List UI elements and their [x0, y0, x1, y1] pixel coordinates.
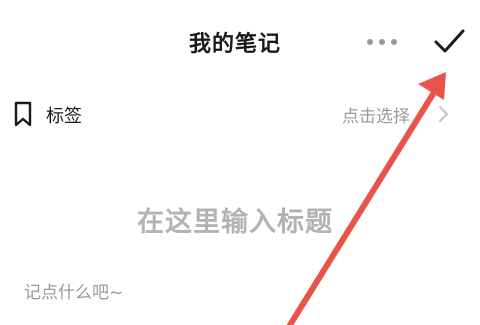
checkmark-icon — [434, 29, 465, 53]
tag-select-text[interactable]: 点击选择 — [342, 102, 410, 127]
tag-row[interactable]: 标签 点击选择 — [0, 94, 480, 134]
note-body-input[interactable]: 记点什么吧~ — [24, 278, 123, 303]
more-dots-icon — [367, 39, 373, 45]
note-title-input[interactable]: 在这里输入标题 — [0, 200, 470, 239]
chevron-right-icon — [439, 106, 448, 122]
done-button[interactable] — [430, 26, 470, 58]
bookmark-icon — [14, 101, 32, 127]
more-options-button[interactable] — [360, 30, 404, 54]
more-dots-icon — [379, 39, 385, 45]
tag-label: 标签 — [46, 106, 82, 127]
top-bar: 我的笔记 — [0, 0, 480, 86]
more-dots-icon — [391, 39, 397, 45]
note-editor-screen: 我的笔记 标签 点击选择 在这里输入标题 记点什么吧~ — [0, 0, 480, 325]
